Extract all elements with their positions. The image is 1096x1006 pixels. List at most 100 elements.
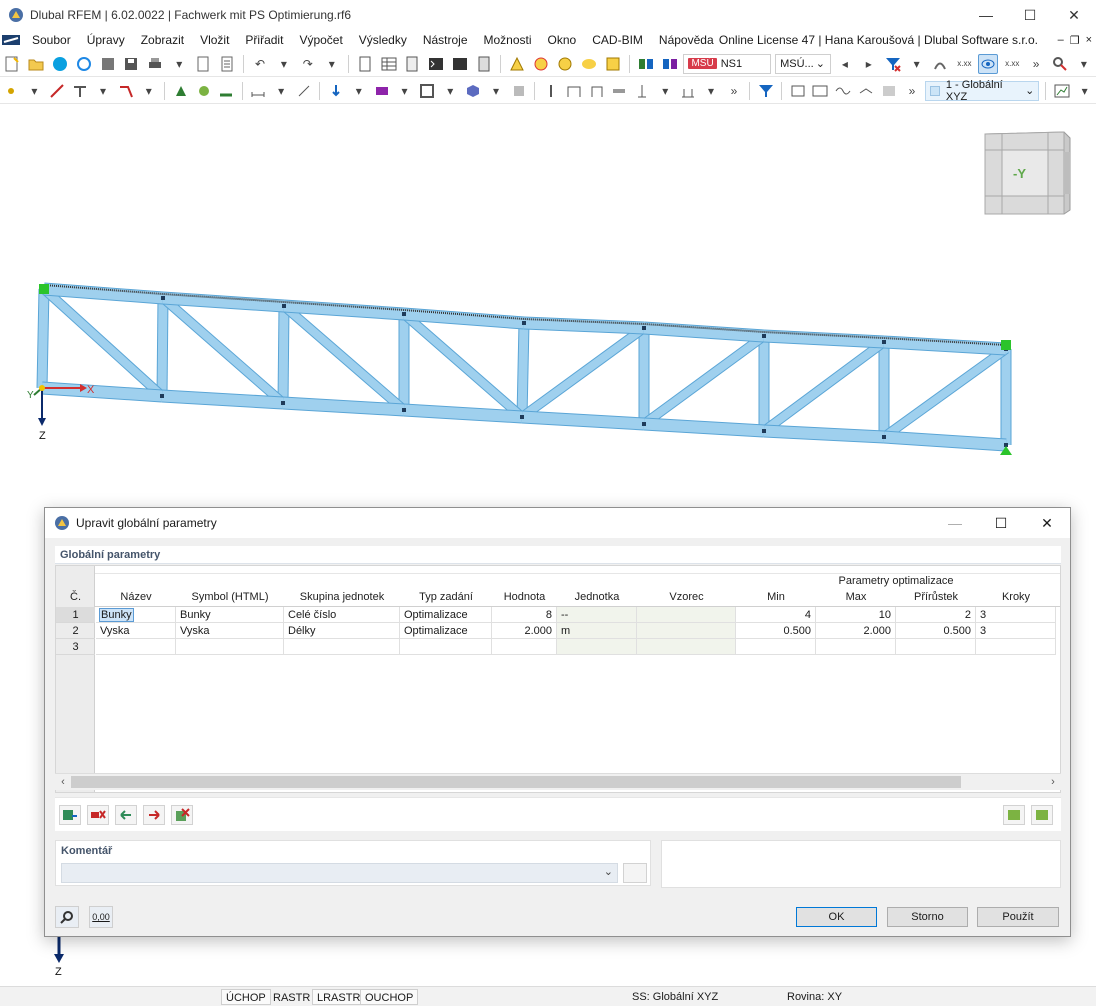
load-cases-icon[interactable] — [660, 54, 680, 74]
table-icon[interactable] — [355, 54, 375, 74]
mdi-close-icon[interactable]: × — [1086, 34, 1092, 47]
cell-step[interactable] — [896, 639, 976, 655]
node[interactable] — [762, 429, 766, 433]
cell-input-type[interactable] — [400, 639, 492, 655]
cell-min[interactable]: 0.500 — [736, 623, 816, 639]
diagonal-member[interactable] — [881, 345, 1009, 441]
dialog-minimize-button[interactable]: — — [932, 508, 978, 538]
node[interactable] — [882, 340, 886, 344]
cell-unit-group[interactable]: Celé číslo — [284, 607, 400, 623]
chevron-down-icon[interactable]: ⌄ — [604, 865, 613, 878]
script-icon[interactable] — [450, 54, 470, 74]
calculator-icon[interactable] — [474, 54, 494, 74]
previous-icon[interactable]: ◂ — [835, 54, 855, 74]
filter-dropdown-icon[interactable]: ▾ — [907, 54, 927, 74]
calculate-icon[interactable] — [507, 54, 527, 74]
nodal-support-icon[interactable] — [217, 81, 236, 101]
node[interactable] — [282, 304, 286, 308]
document-icon[interactable] — [217, 54, 237, 74]
node[interactable] — [522, 321, 526, 325]
new-model-icon[interactable] — [2, 54, 22, 74]
view-cube[interactable]: -Y — [980, 130, 1072, 216]
line-icon[interactable] — [48, 81, 67, 101]
dimension-icon[interactable] — [249, 81, 268, 101]
search-help-button[interactable] — [55, 906, 79, 928]
top-chord[interactable] — [763, 330, 885, 348]
import-button[interactable] — [1003, 805, 1025, 825]
cell-max[interactable] — [816, 639, 896, 655]
diagonal-member[interactable] — [281, 302, 407, 414]
load-wizard-icon[interactable] — [636, 54, 656, 74]
result-section-dropdown-icon[interactable]: ▾ — [702, 81, 721, 101]
more-toolbar-3-icon[interactable]: » — [903, 81, 922, 101]
node[interactable] — [402, 408, 406, 412]
node[interactable] — [281, 401, 285, 405]
menu-nastroje[interactable]: Nástroje — [415, 33, 476, 47]
cell-steps[interactable]: 3 — [976, 623, 1056, 639]
cancel-button[interactable]: Storno — [887, 907, 968, 927]
webservice-icon[interactable] — [74, 54, 94, 74]
load-icon[interactable] — [326, 81, 345, 101]
save-icon[interactable] — [122, 54, 142, 74]
console-icon[interactable] — [426, 54, 446, 74]
load-case-selector[interactable]: MSÚ NS1 — [683, 53, 772, 74]
diagonal-member[interactable] — [761, 338, 887, 435]
undo-icon[interactable]: ↶ — [250, 54, 270, 74]
top-chord[interactable] — [523, 317, 645, 334]
cell-value[interactable]: 8 — [492, 607, 557, 623]
cell-step[interactable]: 2 — [896, 607, 976, 623]
node[interactable] — [642, 326, 646, 330]
display-values-icon[interactable] — [931, 54, 951, 74]
surface-load-icon[interactable] — [418, 81, 437, 101]
cell-unit-group[interactable] — [284, 639, 400, 655]
coordinates-icon[interactable] — [295, 81, 314, 101]
diagonal-member[interactable] — [641, 332, 767, 428]
maximize-button[interactable]: ☐ — [1008, 0, 1052, 30]
cell-step[interactable]: 0.500 — [896, 623, 976, 639]
mdi-minimize-icon[interactable]: – — [1058, 34, 1064, 47]
rib-icon[interactable] — [633, 81, 652, 101]
search-dropdown-icon[interactable]: ▾ — [1074, 54, 1094, 74]
cell-input-type[interactable]: Optimalizace — [400, 607, 492, 623]
cell-input-type[interactable]: Optimalizace — [400, 623, 492, 639]
bottom-chord[interactable] — [763, 425, 885, 443]
comment-library-button[interactable] — [623, 863, 647, 883]
vertical-member[interactable] — [278, 305, 289, 404]
cell-unit[interactable]: m — [557, 623, 637, 639]
result-labels-icon[interactable]: x.xx — [1002, 54, 1022, 74]
cell-symbol[interactable]: Vyska — [176, 623, 284, 639]
member-load-icon[interactable] — [372, 81, 391, 101]
vertical-member[interactable] — [37, 288, 49, 389]
cell-value[interactable]: 2.000 — [492, 623, 557, 639]
redo-dropdown-icon[interactable]: ▾ — [322, 54, 342, 74]
solid-icon[interactable] — [464, 81, 483, 101]
cell-formula[interactable] — [637, 607, 736, 623]
nodal-support[interactable] — [39, 284, 49, 294]
cell-formula[interactable] — [637, 623, 736, 639]
solid-dropdown-icon[interactable]: ▾ — [487, 81, 506, 101]
node-icon[interactable] — [2, 81, 21, 101]
menu-moznosti[interactable]: Možnosti — [476, 33, 540, 47]
nodal-support[interactable] — [1001, 340, 1011, 350]
vertical-member[interactable] — [157, 297, 168, 397]
node[interactable] — [161, 296, 165, 300]
box-icon[interactable] — [510, 81, 529, 101]
save-all-icon[interactable] — [98, 54, 118, 74]
menu-cad-bim[interactable]: CAD-BIM — [584, 33, 651, 47]
bottom-chord[interactable] — [161, 390, 284, 409]
menu-zobrazit[interactable]: Zobrazit — [133, 33, 192, 47]
surface-load-dropdown-icon[interactable]: ▾ — [441, 81, 460, 101]
vertical-member[interactable] — [517, 322, 529, 418]
tables-icon[interactable] — [379, 54, 399, 74]
load-dropdown-icon[interactable]: ▾ — [349, 81, 368, 101]
delete-row-button[interactable] — [87, 805, 109, 825]
grid-toggle[interactable]: RASTR — [268, 989, 315, 1005]
polyline-icon[interactable] — [116, 81, 135, 101]
next-icon[interactable]: ▸ — [859, 54, 879, 74]
search-icon[interactable] — [1050, 54, 1070, 74]
menu-soubor[interactable]: Soubor — [24, 33, 79, 47]
clear-table-button[interactable] — [171, 805, 193, 825]
member-dropdown-icon[interactable]: ▾ — [94, 81, 113, 101]
cell-value[interactable] — [492, 639, 557, 655]
redo-icon[interactable]: ↷ — [298, 54, 318, 74]
